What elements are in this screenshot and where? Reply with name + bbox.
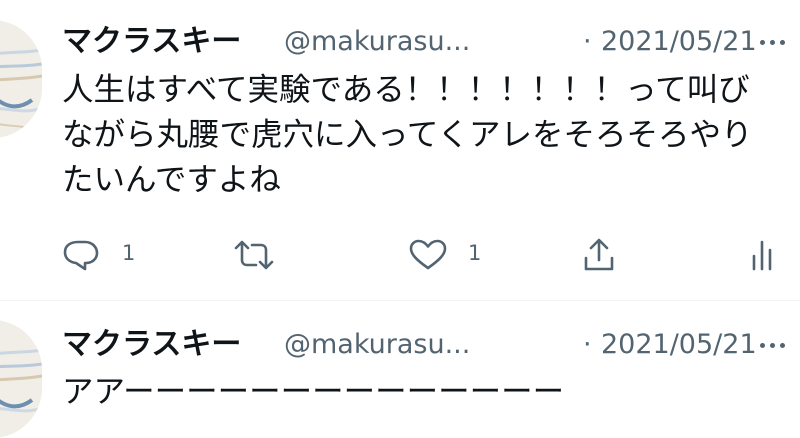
author-handle[interactable]: @makurasu... xyxy=(284,22,470,62)
more-dot xyxy=(780,343,785,348)
tweet-text: 人生はすべて実験である！！！！！！！って叫びながら丸腰で虎穴に入ってくアレをそろ… xyxy=(62,72,753,198)
more-dot xyxy=(780,40,785,45)
like-button[interactable]: 1 xyxy=(408,232,498,276)
more-options-button[interactable] xyxy=(752,24,792,60)
author-name[interactable]: マクラスキー xyxy=(62,325,241,365)
reply-icon xyxy=(63,240,99,271)
analytics-icon xyxy=(752,240,772,271)
avatar-image xyxy=(0,320,42,438)
separator-dot: · xyxy=(583,26,592,57)
heart-icon xyxy=(409,239,447,270)
reply-count: 1 xyxy=(122,241,136,265)
share-button[interactable] xyxy=(582,232,622,276)
author-name[interactable]: マクラスキー xyxy=(62,22,241,62)
more-dot xyxy=(770,343,775,348)
analytics-button[interactable] xyxy=(750,232,780,276)
tweet[interactable]: マクラスキー @makurasu... · 2021/05/21 アアーーーーー… xyxy=(0,300,800,438)
retweet-button[interactable] xyxy=(232,232,292,276)
avatar[interactable] xyxy=(0,320,42,438)
like-count: 1 xyxy=(468,241,482,265)
author-handle[interactable]: @makurasu... xyxy=(284,325,470,365)
tweet[interactable]: マクラスキー @makurasu... · 2021/05/21 人生はすべて実… xyxy=(0,0,800,300)
tweet-actions: 1 1 xyxy=(62,232,792,276)
avatar[interactable] xyxy=(0,20,42,138)
share-icon xyxy=(584,238,614,271)
tweet-date[interactable]: 2021/05/21 xyxy=(601,22,757,62)
retweet-icon xyxy=(234,240,274,270)
more-dot xyxy=(770,40,775,45)
tweet-text: アアーーーーーーーーーーーーーー xyxy=(62,374,565,410)
avatar-image xyxy=(0,20,42,138)
separator-dot: · xyxy=(583,329,592,360)
more-horizontal-icon xyxy=(760,343,765,348)
tweet-date[interactable]: 2021/05/21 xyxy=(601,325,757,365)
more-horizontal-icon xyxy=(760,40,765,45)
more-options-button[interactable] xyxy=(752,327,792,363)
reply-button[interactable]: 1 xyxy=(62,232,152,276)
